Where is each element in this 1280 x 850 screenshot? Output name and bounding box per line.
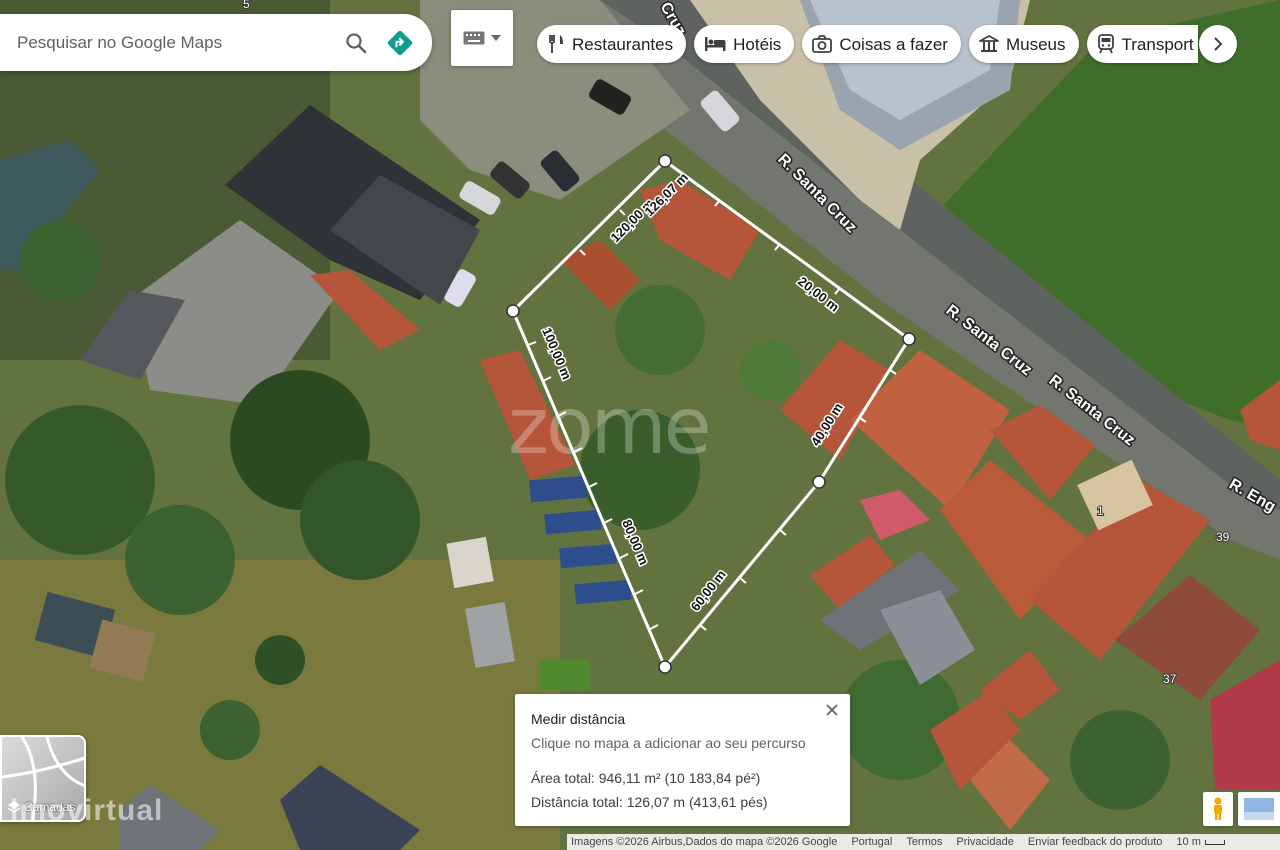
image-preview-icon [1244, 798, 1274, 820]
pegman-icon [1214, 797, 1222, 820]
terms-link[interactable]: Termos [906, 836, 942, 848]
camera-icon [812, 35, 833, 53]
fork-knife-icon [549, 35, 563, 53]
measure-point [658, 154, 672, 168]
attribution: Imagens ©2026 Airbus,Dados do mapa ©2026… [571, 836, 838, 848]
house-number: 1 [1097, 504, 1104, 518]
measure-point [658, 660, 672, 674]
search-input[interactable] [0, 14, 334, 71]
map-footer: Imagens ©2026 Airbus,Dados do mapa ©2026… [567, 834, 1280, 850]
close-button[interactable] [822, 700, 842, 720]
measure-point [506, 304, 520, 318]
total-area: Área total: 946,11 m² (10 183,84 pé²) [531, 770, 761, 786]
chevron-right-icon [1214, 37, 1223, 51]
street-view-pegman[interactable] [1203, 792, 1233, 826]
chip-label: Coisas a fazer [839, 34, 948, 54]
total-distance: Distância total: 126,07 m (413,61 pés) [531, 794, 768, 810]
train-icon [1097, 34, 1114, 54]
measure-hint: Clique no mapa a adicionar ao seu percur… [531, 735, 806, 751]
scale-indicator[interactable]: 10 m [1176, 836, 1225, 848]
search-button[interactable] [334, 21, 378, 65]
directions-button[interactable] [378, 21, 422, 65]
house-number: 5 [243, 0, 250, 11]
privacy-link[interactable]: Privacidade [956, 836, 1013, 848]
measure-title: Medir distância [531, 711, 626, 727]
chip-restaurants[interactable]: Restaurantes [537, 25, 687, 63]
search-box [0, 14, 432, 71]
dropdown-arrow-icon [491, 35, 501, 41]
keyboard-icon [463, 31, 485, 45]
feedback-link[interactable]: Enviar feedback do produto [1028, 836, 1163, 848]
chip-label: Restaurantes [572, 34, 674, 54]
scale-bar [1204, 839, 1225, 845]
museum-icon [979, 35, 999, 52]
measure-distance-card: Medir distância Clique no mapa a adicion… [515, 694, 850, 826]
imovirtual-watermark: imovirtual [10, 794, 164, 827]
chip-label: Museus [1005, 34, 1066, 54]
imagery-preview-button[interactable] [1238, 792, 1280, 826]
measure-point [812, 475, 826, 489]
chip-label: Hotéis [733, 34, 782, 54]
bed-icon [705, 37, 726, 51]
chip-label: Transport [1121, 34, 1194, 54]
keyboard-button[interactable] [451, 10, 513, 66]
chip-transport[interactable]: Transport [1086, 25, 1198, 63]
directions-icon [387, 30, 413, 55]
house-number: 39 [1216, 530, 1230, 544]
zome-watermark: zome [508, 382, 712, 472]
chips-next-button[interactable] [1199, 25, 1237, 63]
country-link[interactable]: Portugal [851, 836, 892, 848]
chip-museums[interactable]: Museus [968, 25, 1079, 63]
scale-label: 10 m [1176, 836, 1201, 848]
category-chips: Restaurantes Hotéis Coisas a fazer Museu… [537, 25, 1198, 63]
measure-point [902, 332, 916, 346]
chip-hotels[interactable]: Hotéis [694, 25, 795, 63]
house-number: 37 [1163, 672, 1177, 686]
close-icon [826, 704, 838, 716]
chip-things-to-do[interactable]: Coisas a fazer [802, 25, 961, 63]
search-icon [346, 32, 367, 53]
